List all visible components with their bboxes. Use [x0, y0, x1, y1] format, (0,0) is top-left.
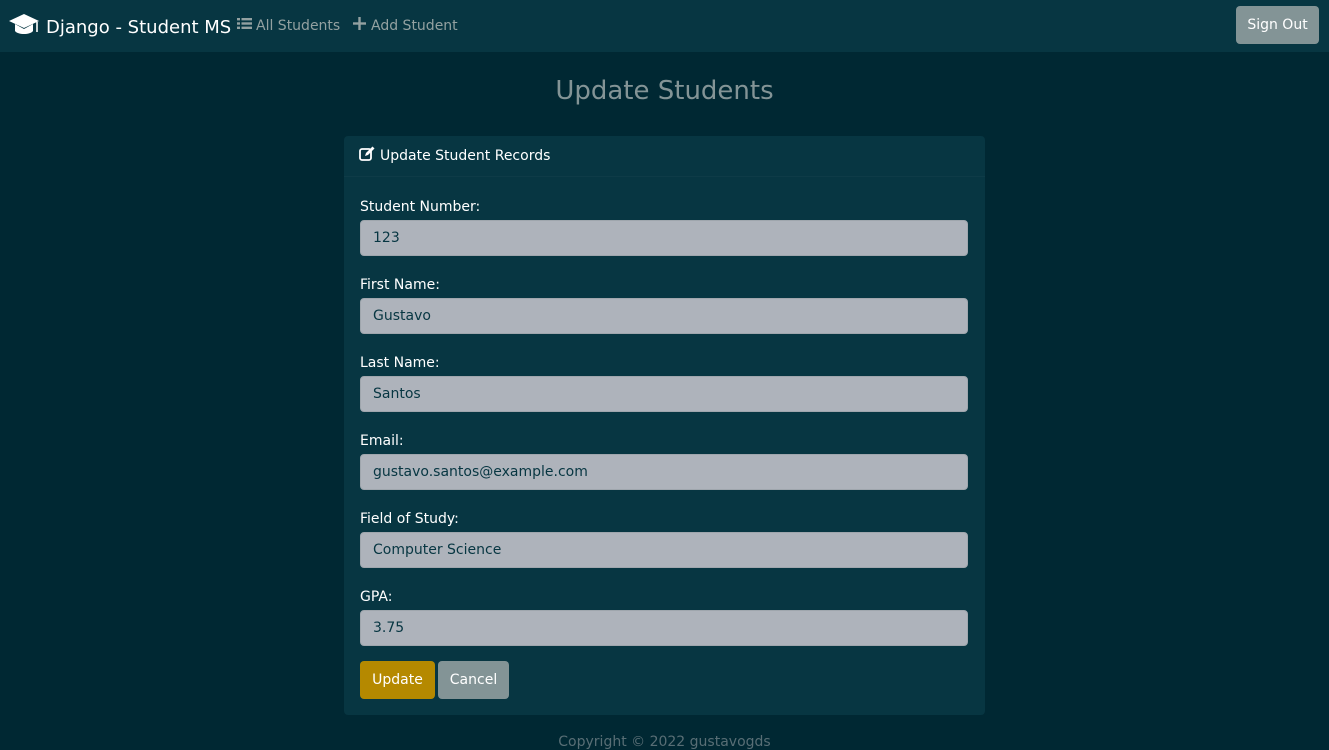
page-title: Update Students [555, 76, 774, 106]
student-number-group: Student Number: 123 [360, 197, 968, 256]
nav-all-students[interactable]: All Students [237, 16, 340, 35]
brand-text: Django - Student MS [46, 17, 232, 38]
gpa-group: GPA: 3.75 [360, 587, 968, 646]
sign-out-button[interactable]: Sign Out [1236, 6, 1319, 44]
last-name-input[interactable]: Santos [360, 376, 968, 412]
nav-all-students-label: All Students [256, 17, 341, 34]
field-of-study-label: Field of Study: [360, 511, 459, 527]
email-label: Email: [360, 433, 404, 449]
last-name-label: Last Name: [360, 355, 440, 371]
first-name-group: First Name: Gustavo [360, 275, 968, 334]
field-of-study-group: Field of Study: Computer Science [360, 509, 968, 568]
update-student-card: Update Student Records Student Number: 1… [344, 136, 985, 715]
gpa-label: GPA: [360, 589, 393, 605]
email-input[interactable]: gustavo.santos@example.com [360, 454, 968, 490]
edit-icon [359, 146, 375, 166]
nav-add-student-label: Add Student [371, 17, 458, 34]
last-name-group: Last Name: Santos [360, 353, 968, 412]
gpa-input[interactable]: 3.75 [360, 610, 968, 646]
cancel-button[interactable]: Cancel [438, 661, 509, 699]
plus-icon [352, 16, 367, 35]
footer-copyright: Copyright © 2022 gustavogds [558, 734, 771, 750]
graduation-cap-icon [8, 12, 40, 43]
card-header: Update Student Records [344, 136, 985, 177]
brand-link[interactable]: Django - Student MS [8, 12, 231, 43]
field-of-study-input[interactable]: Computer Science [360, 532, 968, 568]
student-number-input[interactable]: 123 [360, 220, 968, 256]
card-header-title: Update Student Records [380, 148, 551, 164]
first-name-input[interactable]: Gustavo [360, 298, 968, 334]
first-name-label: First Name: [360, 277, 440, 293]
list-icon [237, 16, 252, 35]
email-group: Email: gustavo.santos@example.com [360, 431, 968, 490]
navbar: Django - Student MS All Students Add Stu… [0, 0, 1329, 52]
nav-add-student[interactable]: Add Student [352, 16, 458, 35]
student-number-label: Student Number: [360, 199, 481, 215]
update-button[interactable]: Update [360, 661, 435, 699]
